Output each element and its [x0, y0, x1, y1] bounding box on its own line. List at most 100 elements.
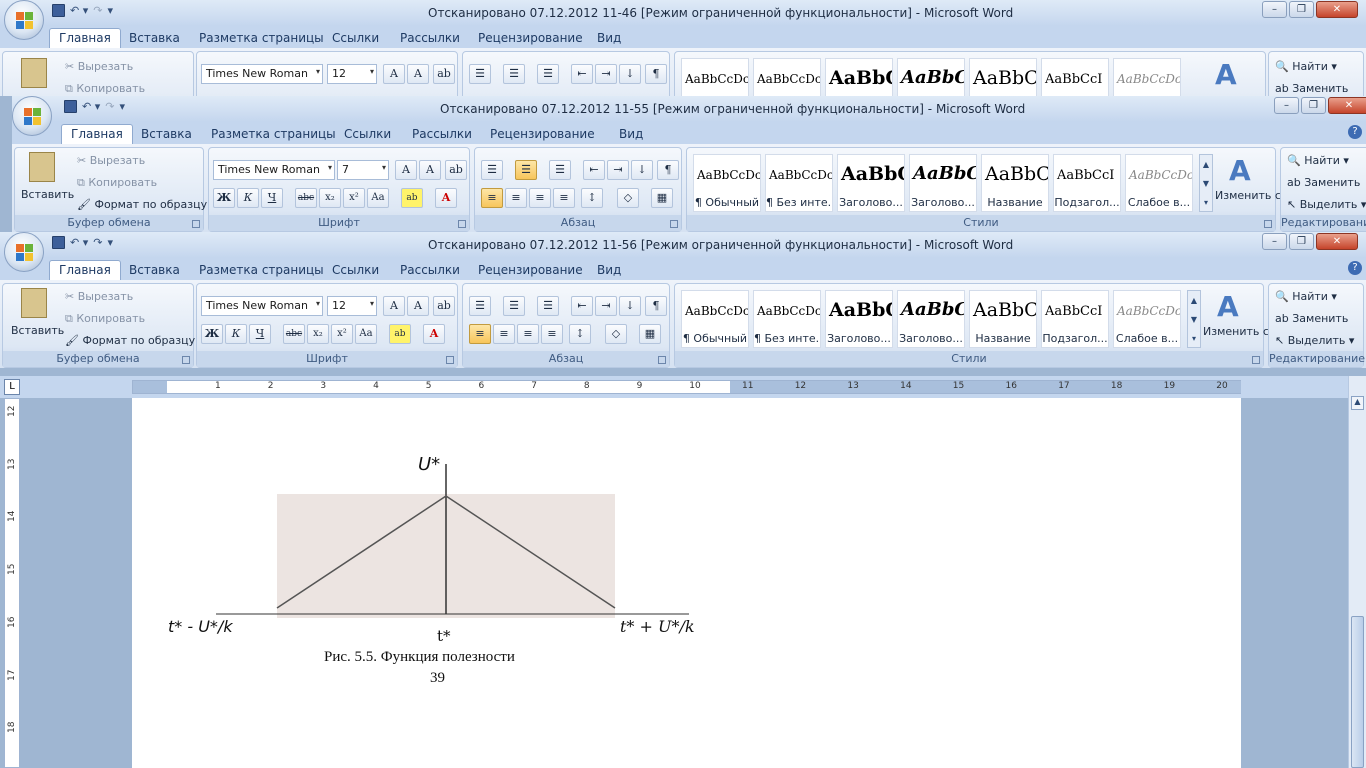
undo-icon[interactable]: ↶ ▾ — [82, 100, 100, 113]
vertical-scrollbar[interactable]: ▲ — [1348, 376, 1366, 768]
underline-button[interactable]: Ч — [261, 188, 283, 208]
change-case-button[interactable]: Aa — [367, 188, 389, 208]
increase-indent-button[interactable]: ⇥ — [595, 64, 617, 84]
tab-references[interactable]: Ссылки — [335, 126, 400, 144]
style-subtle-emphasis[interactable]: AaBbCcDc Слабое в... — [1125, 154, 1193, 212]
strikethrough-button[interactable]: abc — [295, 188, 317, 208]
replace-button[interactable]: ab Заменить — [1275, 312, 1348, 325]
tab-mailings[interactable]: Рассылки — [403, 126, 481, 144]
minimize-button[interactable]: – — [1262, 1, 1287, 18]
style-no-spacing[interactable]: AaBbCcDc ¶ Без инте... — [765, 154, 833, 212]
shrink-font-button[interactable]: A — [407, 64, 429, 84]
copy-button[interactable]: ⧉ Копировать — [65, 82, 145, 96]
tab-page-layout[interactable]: Разметка страницы — [190, 30, 333, 48]
maximize-button[interactable]: ❐ — [1289, 233, 1314, 250]
sort-button[interactable]: ↓ — [619, 64, 641, 84]
paste-icon[interactable] — [21, 58, 47, 88]
sort-button[interactable]: ↓ — [631, 160, 653, 180]
tab-home[interactable]: Главная — [49, 260, 121, 280]
borders-button[interactable]: ▦ — [651, 188, 673, 208]
change-styles-icon[interactable]: A — [1217, 290, 1239, 323]
font-name-combo[interactable]: Times New Roman ▾ — [201, 64, 323, 84]
tab-home[interactable]: Главная — [49, 28, 121, 48]
cut-button[interactable]: ✂ Вырезать — [65, 290, 133, 303]
style-title[interactable]: AaBbC Название — [981, 154, 1049, 212]
save-icon[interactable] — [52, 4, 65, 17]
font-color-button[interactable]: A — [423, 324, 445, 344]
show-marks-button[interactable]: ¶ — [645, 296, 667, 316]
style-heading2[interactable]: AaBbCc — [897, 58, 965, 96]
numbering-button[interactable]: ☰ — [503, 296, 525, 316]
increase-indent-button[interactable]: ⇥ — [607, 160, 629, 180]
paragraph-launcher-icon[interactable] — [670, 220, 678, 228]
bullets-button[interactable]: ☰ — [469, 296, 491, 316]
style-heading1[interactable]: AaBbCЗаголово... — [837, 154, 905, 212]
document-page[interactable]: U* t* - U*/k t* t* + U*/k Рис. 5.5. Функ… — [132, 398, 1241, 768]
scroll-up-button[interactable]: ▲ — [1351, 396, 1364, 410]
italic-button[interactable]: К — [225, 324, 247, 344]
paste-button[interactable]: Вставить — [21, 188, 74, 201]
decrease-indent-button[interactable]: ⇤ — [583, 160, 605, 180]
tab-references[interactable]: Ссылки — [323, 30, 388, 48]
cut-button[interactable]: ✂ Вырезать — [77, 154, 145, 167]
tab-home[interactable]: Главная — [61, 124, 133, 144]
style-heading2[interactable]: AaBbCcЗаголово... — [909, 154, 977, 212]
styles-gallery-scroll[interactable]: ▲ ▼ ▾ — [1199, 154, 1213, 212]
qat-customize-icon[interactable]: ▾ — [119, 100, 125, 113]
select-button[interactable]: ↖ Выделить ▾ — [1287, 198, 1366, 211]
style-subtle-emphasis[interactable]: AaBbCcDc Слабое в... — [1113, 290, 1181, 348]
font-launcher-icon[interactable] — [446, 356, 454, 364]
paste-button[interactable]: Вставить — [11, 324, 64, 337]
qat-customize-icon[interactable]: ▾ — [107, 4, 113, 17]
font-name-combo[interactable]: Times New Roman ▾ — [201, 296, 323, 316]
align-center-button[interactable]: ≡ — [493, 324, 515, 344]
decrease-indent-button[interactable]: ⇤ — [571, 64, 593, 84]
grow-font-button[interactable]: A — [383, 64, 405, 84]
align-right-button[interactable]: ≡ — [529, 188, 551, 208]
qat-customize-icon[interactable]: ▾ — [107, 236, 113, 249]
style-heading1[interactable]: AaBbC — [825, 58, 893, 96]
borders-button[interactable]: ▦ — [639, 324, 661, 344]
format-painter-button[interactable]: 🖌 Формат по образцу — [65, 334, 195, 347]
paste-icon[interactable] — [29, 152, 55, 182]
change-styles-icon[interactable]: A — [1229, 154, 1251, 187]
numbering-button[interactable]: ☰ — [503, 64, 525, 84]
justify-button[interactable]: ≡ — [541, 324, 563, 344]
shading-button[interactable]: ◇ — [617, 188, 639, 208]
scroll-thumb[interactable] — [1351, 616, 1364, 768]
tab-selector-button[interactable]: L — [4, 379, 20, 395]
change-case-button[interactable]: Aa — [355, 324, 377, 344]
justify-button[interactable]: ≡ — [553, 188, 575, 208]
font-name-combo[interactable]: Times New Roman ▾ — [213, 160, 335, 180]
clear-format-button[interactable]: ab — [433, 64, 455, 84]
style-normal[interactable]: AaBbCcDc — [681, 58, 749, 96]
maximize-button[interactable]: ❐ — [1289, 1, 1314, 18]
close-button[interactable]: ✕ — [1316, 233, 1358, 250]
subscript-button[interactable]: x₂ — [307, 324, 329, 344]
help-icon[interactable]: ? — [1348, 125, 1362, 139]
tab-view[interactable]: Вид — [588, 262, 630, 280]
align-right-button[interactable]: ≡ — [517, 324, 539, 344]
show-marks-button[interactable]: ¶ — [657, 160, 679, 180]
line-spacing-button[interactable]: ↕ — [581, 188, 603, 208]
format-painter-button[interactable]: 🖌 Формат по образцу — [77, 198, 207, 211]
tab-page-layout[interactable]: Разметка страницы — [202, 126, 345, 144]
office-button[interactable] — [4, 232, 44, 272]
numbering-button[interactable]: ☰ — [515, 160, 537, 180]
replace-button[interactable]: ab Заменить — [1275, 82, 1348, 95]
horizontal-ruler[interactable]: 1 2 3 4 5 6 7 8 9 10 11 12 13 14 15 16 17 18 19 20 — [132, 380, 1241, 394]
redo-icon[interactable]: ↷ — [93, 236, 102, 249]
tab-view[interactable]: Вид — [610, 126, 652, 144]
shrink-font-button[interactable]: A — [407, 296, 429, 316]
shrink-font-button[interactable]: A — [419, 160, 441, 180]
change-styles-icon[interactable]: A — [1215, 58, 1237, 91]
office-button[interactable] — [12, 96, 52, 136]
close-button[interactable]: ✕ — [1328, 97, 1366, 114]
minimize-button[interactable]: – — [1274, 97, 1299, 114]
clipboard-launcher-icon[interactable] — [192, 220, 200, 228]
align-left-button[interactable]: ≡ — [481, 188, 503, 208]
tab-review[interactable]: Рецензирование — [469, 30, 592, 48]
copy-button[interactable]: ⧉ Копировать — [77, 176, 157, 190]
undo-icon[interactable]: ↶ ▾ — [70, 236, 88, 249]
style-subtitle[interactable]: AaBbCcI Подзагол... — [1041, 290, 1109, 348]
